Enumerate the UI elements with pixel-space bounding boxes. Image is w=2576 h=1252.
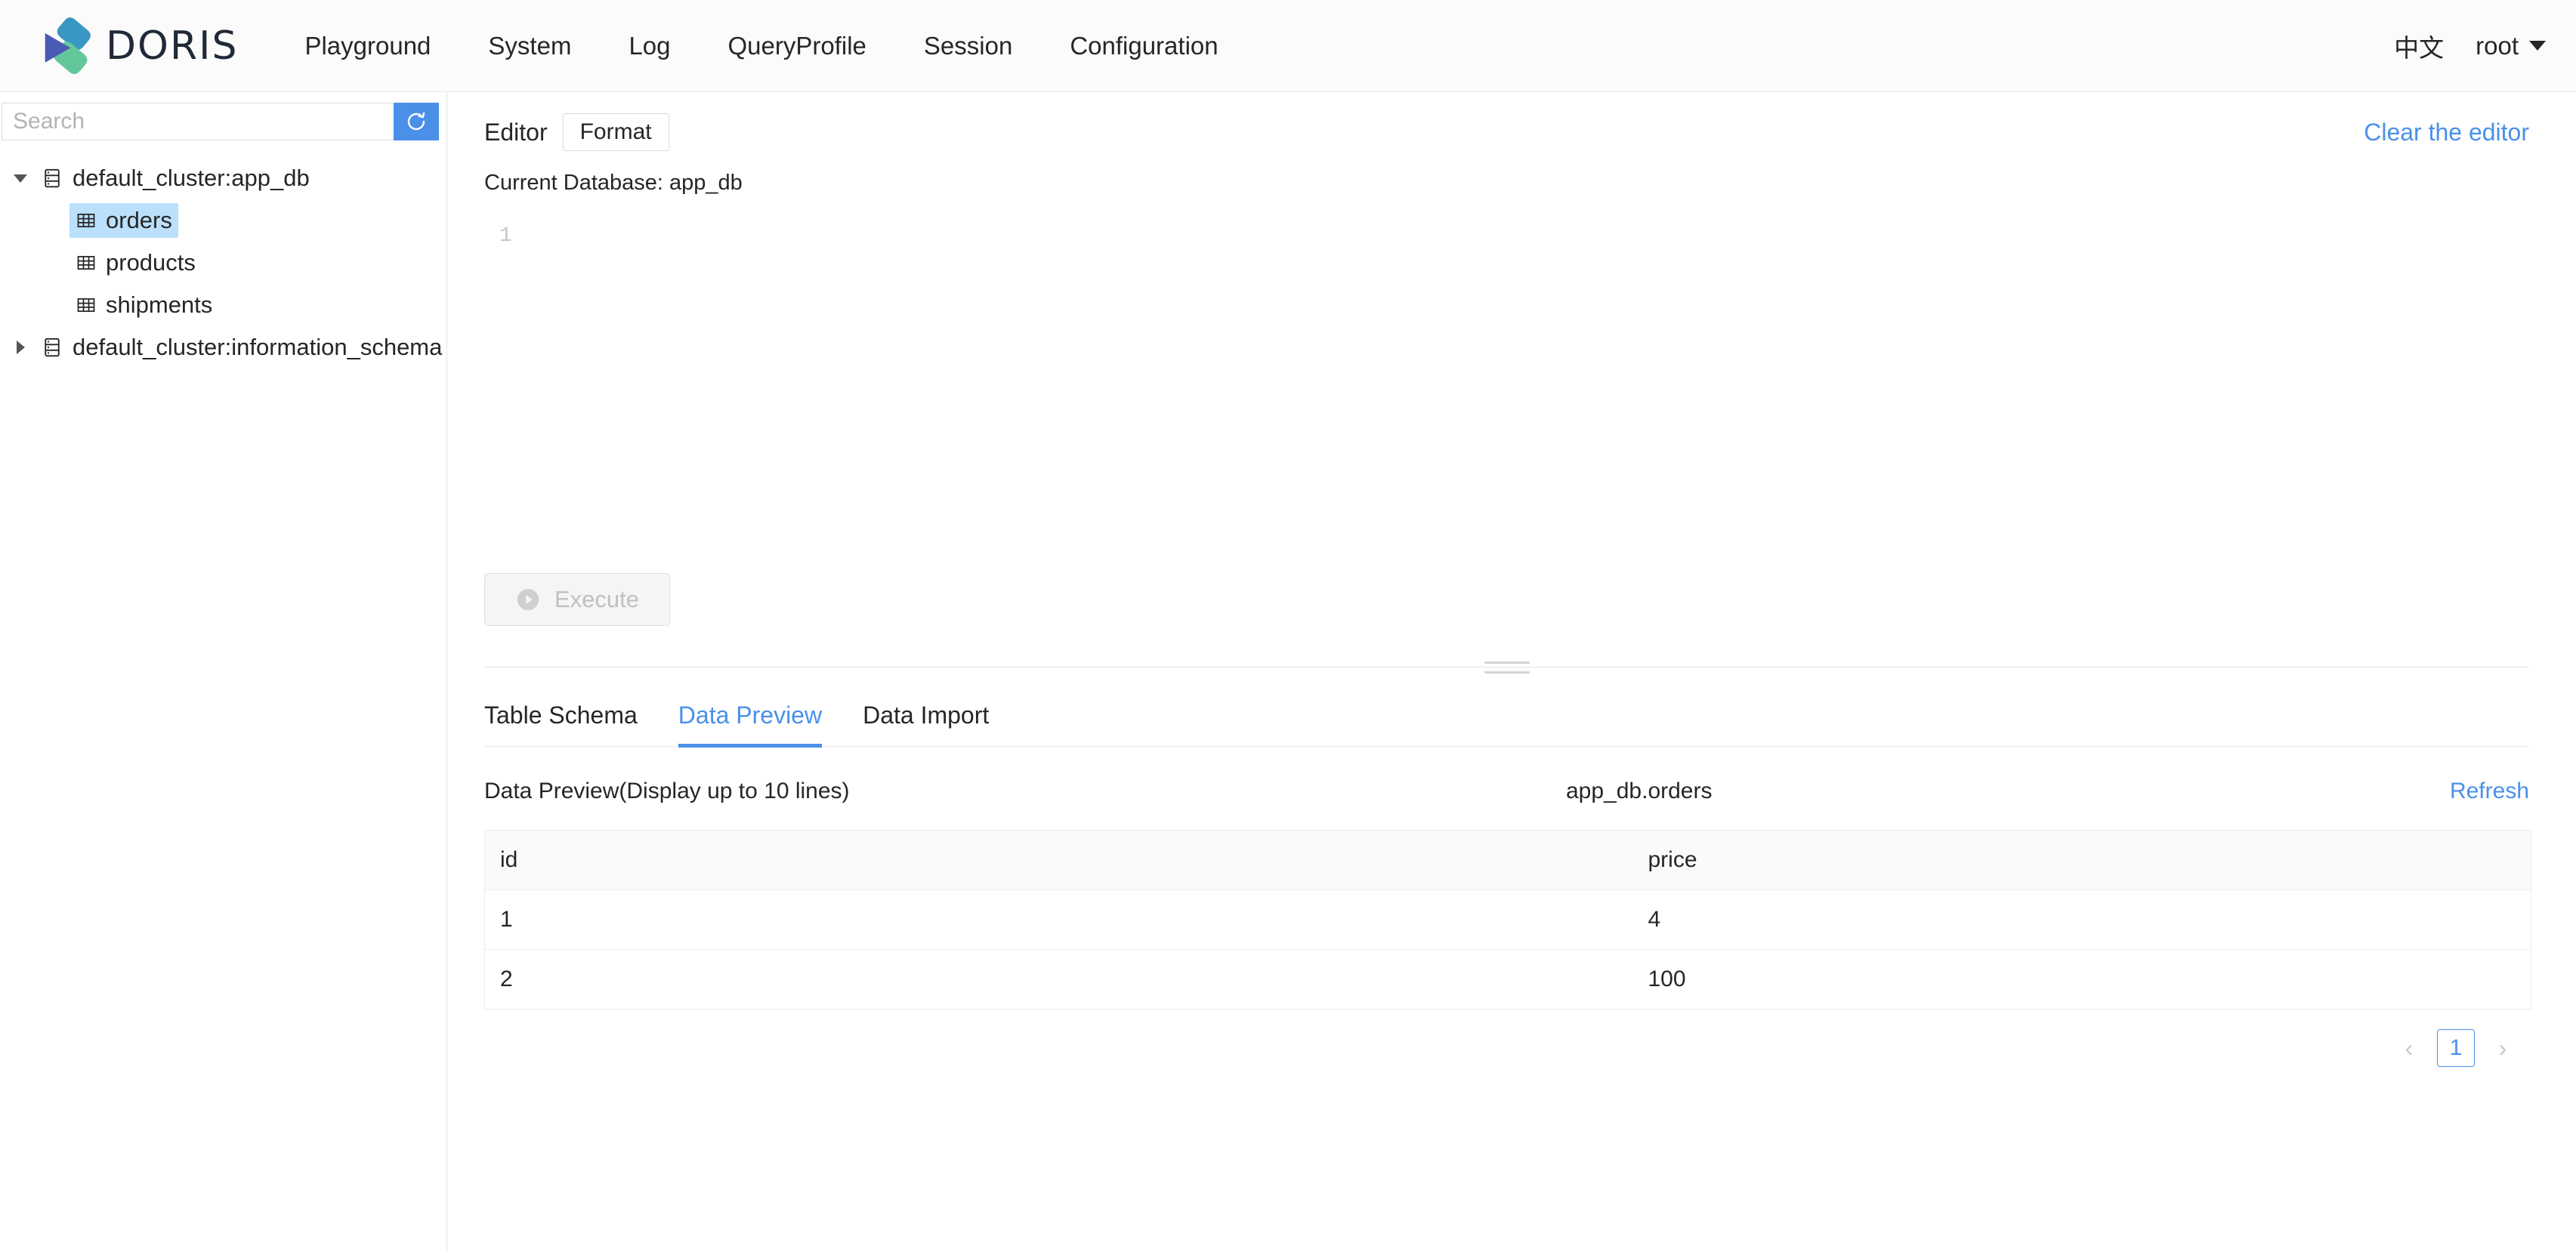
refresh-tree-button[interactable] bbox=[394, 103, 439, 140]
chevron-collapsed-icon[interactable] bbox=[6, 341, 35, 354]
doris-logo-icon bbox=[36, 17, 95, 76]
sql-editor[interactable]: 1 bbox=[484, 220, 2529, 567]
chevron-expanded-icon[interactable] bbox=[6, 174, 35, 183]
table-icon bbox=[76, 294, 97, 316]
tab-data-import[interactable]: Data Import bbox=[863, 702, 989, 746]
table-icon bbox=[76, 252, 97, 273]
tree-node-orders[interactable]: orders bbox=[0, 199, 446, 242]
pagination: ‹ 1 › bbox=[484, 1029, 2529, 1067]
chevron-left-icon[interactable]: ‹ bbox=[2392, 1031, 2426, 1065]
refresh-preview-link[interactable]: Refresh bbox=[2450, 779, 2529, 804]
execute-row: Execute bbox=[484, 573, 2529, 626]
data-preview-title: Data Preview(Display up to 10 lines) bbox=[484, 779, 850, 804]
brand-name: DORIS bbox=[106, 23, 238, 69]
pagination-page-1[interactable]: 1 bbox=[2437, 1029, 2475, 1067]
cell-id: 1 bbox=[485, 890, 1633, 950]
result-tabs: Table Schema Data Preview Data Import bbox=[484, 677, 2529, 747]
nav-item-system[interactable]: System bbox=[459, 0, 600, 92]
clear-editor-link[interactable]: Clear the editor bbox=[2364, 119, 2529, 146]
current-database-label: Current Database: app_db bbox=[484, 171, 2529, 196]
data-preview-table: id price 1 4 2 100 bbox=[484, 830, 2531, 1010]
tab-data-preview[interactable]: Data Preview bbox=[678, 702, 822, 746]
splitter-handle[interactable] bbox=[1484, 661, 1530, 674]
chevron-down-icon bbox=[2529, 41, 2546, 51]
cell-id: 2 bbox=[485, 950, 1633, 1010]
chevron-right-icon[interactable]: › bbox=[2485, 1031, 2520, 1065]
database-tree: default_cluster:app_db orders bbox=[0, 153, 446, 369]
play-circle-icon bbox=[515, 587, 541, 612]
tree-node-label: default_cluster:app_db bbox=[73, 165, 310, 192]
tree-node-label: default_cluster:information_schema bbox=[73, 334, 442, 361]
main-nav: Playground System Log QueryProfile Sessi… bbox=[276, 0, 1246, 92]
tree-node-label: orders bbox=[106, 207, 172, 234]
data-preview-header: Data Preview(Display up to 10 lines) app… bbox=[484, 779, 2529, 804]
nav-item-queryprofile[interactable]: QueryProfile bbox=[700, 0, 895, 92]
preview-table-name: app_db.orders bbox=[1566, 779, 1712, 804]
column-header-id[interactable]: id bbox=[485, 831, 1633, 890]
nav-item-playground[interactable]: Playground bbox=[276, 0, 459, 92]
main-content: Editor Format Clear the editor Current D… bbox=[448, 92, 2576, 1252]
tree-node-label: shipments bbox=[106, 291, 212, 319]
table-row: 1 4 bbox=[485, 890, 2531, 950]
database-icon bbox=[41, 167, 63, 190]
column-header-price[interactable]: price bbox=[1633, 831, 2531, 890]
table-icon bbox=[76, 210, 97, 231]
editor-line-number: 1 bbox=[499, 224, 512, 248]
table-body: 1 4 2 100 bbox=[485, 890, 2531, 1010]
language-switch[interactable]: 中文 bbox=[2394, 28, 2444, 64]
editor-toolbar: Editor Format Clear the editor bbox=[484, 104, 2529, 160]
search-row bbox=[2, 103, 439, 140]
editor-label: Editor bbox=[484, 119, 548, 146]
app-header: DORIS Playground System Log QueryProfile… bbox=[0, 0, 2576, 92]
tab-table-schema[interactable]: Table Schema bbox=[484, 702, 638, 746]
table-header-row: id price bbox=[485, 831, 2531, 890]
user-menu-label: root bbox=[2476, 32, 2519, 60]
refresh-icon bbox=[404, 109, 428, 134]
tree-node-products[interactable]: products bbox=[0, 242, 446, 284]
execute-button-label: Execute bbox=[554, 586, 639, 613]
table-head: id price bbox=[485, 831, 2531, 890]
nav-item-configuration[interactable]: Configuration bbox=[1041, 0, 1246, 92]
search-input[interactable] bbox=[2, 103, 394, 140]
tree-node-app-db[interactable]: default_cluster:app_db bbox=[0, 157, 446, 199]
cell-price: 4 bbox=[1633, 890, 2531, 950]
table-row: 2 100 bbox=[485, 950, 2531, 1010]
sidebar: default_cluster:app_db orders bbox=[0, 92, 447, 1252]
format-button[interactable]: Format bbox=[563, 113, 669, 151]
panel-splitter bbox=[484, 667, 2529, 677]
user-menu[interactable]: root bbox=[2476, 32, 2546, 60]
header-right: 中文 root bbox=[2394, 28, 2546, 64]
tree-node-label: products bbox=[106, 249, 196, 276]
execute-button[interactable]: Execute bbox=[484, 573, 670, 626]
nav-item-log[interactable]: Log bbox=[600, 0, 699, 92]
cell-price: 100 bbox=[1633, 950, 2531, 1010]
tree-node-shipments[interactable]: shipments bbox=[0, 284, 446, 326]
database-icon bbox=[41, 336, 63, 359]
tree-node-information-schema[interactable]: default_cluster:information_schema bbox=[0, 326, 446, 369]
brand[interactable]: DORIS bbox=[36, 17, 238, 76]
nav-item-session[interactable]: Session bbox=[895, 0, 1041, 92]
